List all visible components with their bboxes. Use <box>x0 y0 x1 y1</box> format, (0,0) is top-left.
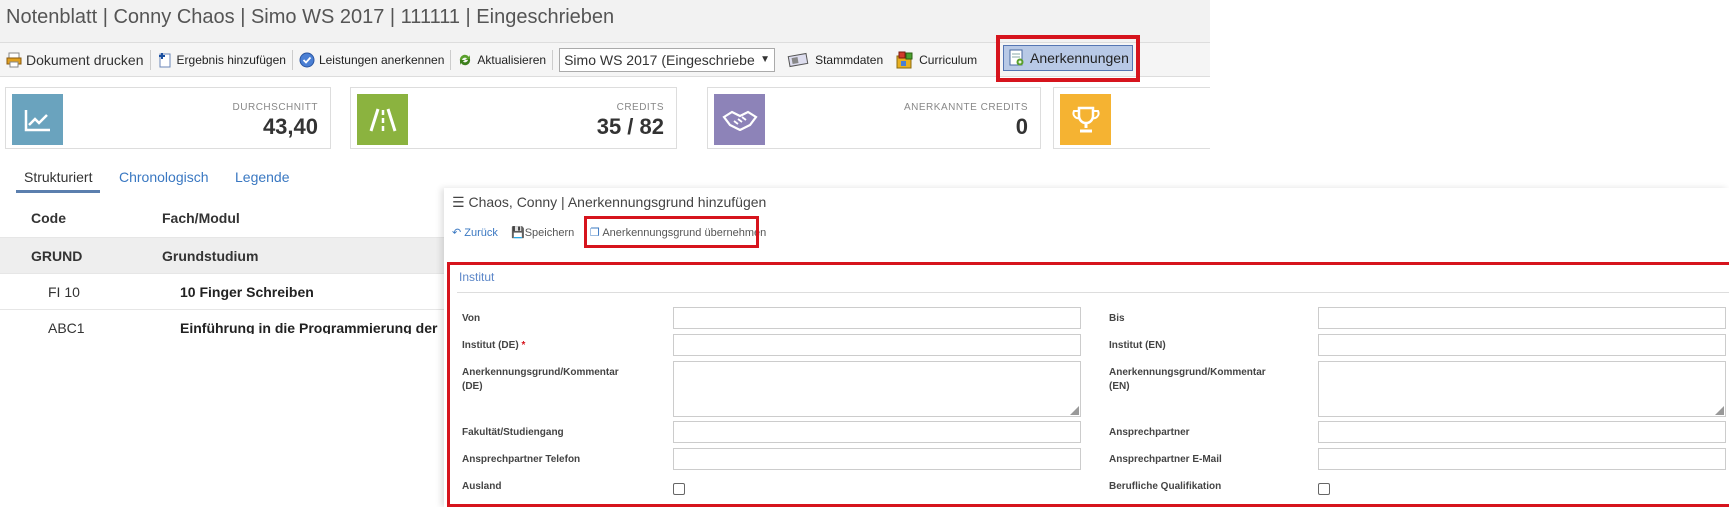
header-code: Code <box>31 210 66 226</box>
credits-value: 35 / 82 <box>596 114 664 139</box>
tab-structured[interactable]: Strukturiert <box>24 169 92 185</box>
label-faculty: Fakultät/Studiengang <box>462 427 564 438</box>
required-marker: * <box>521 340 526 351</box>
section-title: Institut <box>459 270 495 284</box>
label-institut-en: Institut (EN) <box>1109 340 1166 351</box>
save-icon: 💾 <box>511 227 525 239</box>
refresh-icon <box>457 52 473 68</box>
label-von: Von <box>462 313 481 324</box>
von-input[interactable] <box>673 307 1081 329</box>
stammdaten-button[interactable]: Stammdaten <box>781 48 889 72</box>
table-row[interactable]: ABC1 Einführung in die Programmierung de… <box>0 310 470 334</box>
professional-qualification-checkbox[interactable] <box>1318 483 1330 495</box>
label-bis: Bis <box>1109 313 1125 324</box>
credits-card: CREDITS 35 / 82 <box>350 87 677 149</box>
row-subject: 10 Finger Schreiben <box>180 284 314 300</box>
label-reason-en: Anerkennungsgrund/Kommentar (EN) <box>1109 367 1266 392</box>
credits-label: CREDITS <box>616 102 664 113</box>
trophy-icon <box>1060 94 1111 145</box>
resize-grip-icon[interactable] <box>1715 406 1724 415</box>
reason-de-textarea[interactable] <box>673 361 1081 417</box>
reason-en-textarea[interactable] <box>1318 361 1726 417</box>
label-contact: Ansprechpartner <box>1109 427 1190 438</box>
faculty-input[interactable] <box>673 421 1081 443</box>
row-subject: Einführung in die Programmierung der <box>180 320 438 334</box>
average-value: 43,40 <box>262 114 318 139</box>
print-button[interactable]: Dokument drucken <box>0 48 150 72</box>
row-code: ABC1 <box>48 320 85 334</box>
average-card: DURCHSCHNITT 43,40 <box>5 87 331 149</box>
label-reason-de: Anerkennungsgrund/Kommentar (DE) <box>462 367 619 392</box>
section-divider <box>457 292 1729 293</box>
anerkennungen-label: Anerkennungen <box>1030 50 1129 66</box>
table-row[interactable]: FI 10 10 Finger Schreiben <box>0 274 470 310</box>
institut-en-input[interactable] <box>1318 334 1726 356</box>
label-institut-de-text: Institut (DE) <box>462 340 519 351</box>
add-document-icon <box>157 52 173 68</box>
recognized-credits-value: 0 <box>1015 114 1028 139</box>
dialog-title: ☰ Chaos, Conny | Anerkennungsgrund hinzu… <box>452 194 766 211</box>
save-label: Speichern <box>524 227 575 239</box>
back-label: Zurück <box>464 227 498 239</box>
chevron-down-icon: ▼ <box>760 54 771 65</box>
header-subject: Fach/Modul <box>162 210 240 226</box>
checkmark-circle-icon <box>299 52 315 68</box>
semester-select-value: Simo WS 2017 (Eingeschriebe <box>564 51 755 68</box>
acknowledge-label: Leistungen anerkennen <box>318 52 445 67</box>
dialog-title-text: Chaos, Conny | Anerkennungsgrund hinzufü… <box>468 194 767 210</box>
contact-phone-input[interactable] <box>673 448 1081 470</box>
curriculum-label: Curriculum <box>919 52 978 67</box>
table-group-row[interactable]: GRUND Grundstudium <box>0 238 470 274</box>
curriculum-icon <box>895 50 915 70</box>
view-tabs: Strukturiert Chronologisch Legende <box>0 164 470 196</box>
average-label: DURCHSCHNITT <box>232 102 318 113</box>
stammdaten-label: Stammdaten <box>815 52 884 67</box>
contact-email-input[interactable] <box>1318 448 1726 470</box>
list-icon: ☰ <box>452 194 469 210</box>
institut-de-input[interactable] <box>673 334 1081 356</box>
table-header: Code Fach/Modul <box>0 200 470 238</box>
label-institut-de: Institut (DE) * <box>462 339 632 353</box>
recognized-credits-label: ANERKANNTE CREDITS <box>903 102 1028 113</box>
handshake-icon <box>714 94 765 145</box>
active-tab-indicator <box>16 190 100 193</box>
label-contact-phone: Ansprechpartner Telefon <box>462 454 581 465</box>
recognized-credits-card: ANERKANNTE CREDITS 0 <box>707 87 1041 149</box>
stats-cards: DURCHSCHNITT 43,40 CREDITS 35 / 82 ANERK… <box>0 84 1210 150</box>
bis-input[interactable] <box>1318 307 1726 329</box>
add-result-button[interactable]: Ergebnis hinzufügen <box>151 48 292 72</box>
contact-input[interactable] <box>1318 421 1726 443</box>
back-button[interactable]: ↶ Zurück <box>452 226 498 239</box>
semester-select[interactable]: Simo WS 2017 (Eingeschriebe ▼ <box>559 47 776 72</box>
recognition-reason-dialog: ☰ Chaos, Conny | Anerkennungsgrund hinzu… <box>444 188 1729 507</box>
group-code: GRUND <box>31 248 83 264</box>
printer-icon <box>6 52 22 68</box>
resize-grip-icon[interactable] <box>1070 406 1079 415</box>
add-result-label: Ergebnis hinzufügen <box>176 52 286 67</box>
curriculum-button[interactable]: Curriculum <box>889 48 983 72</box>
acknowledge-button[interactable]: Leistungen anerkennen <box>293 48 450 72</box>
label-abroad: Ausland <box>462 481 502 492</box>
id-card-icon <box>787 52 811 68</box>
anerkennungen-button[interactable]: Anerkennungen <box>1003 45 1133 71</box>
refresh-label: Aktualisieren <box>477 52 547 67</box>
print-label: Dokument drucken <box>26 51 144 68</box>
page-title: Notenblatt | Conny Chaos | Simo WS 2017 … <box>6 6 615 28</box>
abroad-checkbox[interactable] <box>673 483 685 495</box>
label-professional: Berufliche Qualifikation <box>1109 481 1222 492</box>
tab-chronological[interactable]: Chronologisch <box>119 169 209 185</box>
group-subject: Grundstudium <box>162 248 259 264</box>
toolbar-divider <box>552 49 554 70</box>
save-button[interactable]: 💾Speichern <box>511 226 574 239</box>
label-contact-email: Ansprechpartner E-Mail <box>1109 454 1222 465</box>
refresh-button[interactable]: Aktualisieren <box>451 48 552 72</box>
apply-reason-highlight <box>584 216 759 248</box>
row-code: FI 10 <box>48 284 80 300</box>
road-icon <box>357 94 408 145</box>
tab-legend[interactable]: Legende <box>235 169 290 185</box>
back-arrow-icon: ↶ <box>452 227 462 239</box>
certificate-icon <box>1008 49 1026 67</box>
chart-line-icon <box>12 94 63 145</box>
achievement-card <box>1053 87 1210 149</box>
